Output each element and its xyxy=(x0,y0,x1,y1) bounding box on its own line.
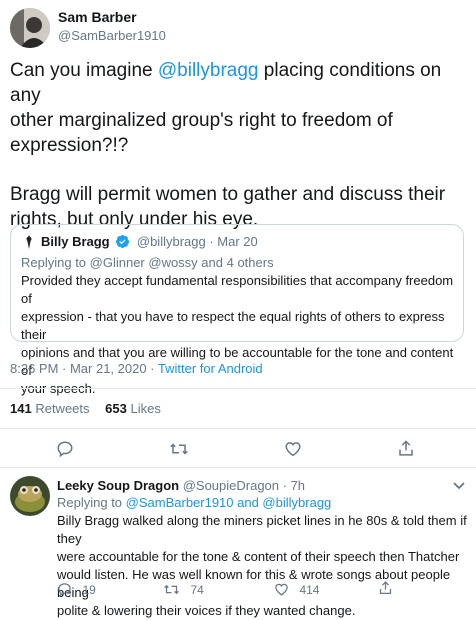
reply-icon[interactable] xyxy=(56,440,74,458)
retweets-label: Retweets xyxy=(35,401,90,416)
reply-like-action[interactable]: 414 xyxy=(274,581,319,599)
main-tweet-line: other marginalized group's right to free… xyxy=(10,110,393,131)
reply-text-line: Billy Bragg walked along the miners pick… xyxy=(57,513,467,546)
share-icon[interactable] xyxy=(397,439,415,458)
reply-retweet-action[interactable]: 74 xyxy=(163,581,204,599)
retweets-stat[interactable]: 141 Retweets xyxy=(10,401,93,416)
reply-more-icon[interactable] xyxy=(452,478,466,493)
reply-tweet-text: Billy Bragg walked along the miners pick… xyxy=(57,512,473,620)
like-count: 414 xyxy=(299,583,320,597)
main-author-handle[interactable]: @SamBarber1910 xyxy=(58,28,166,43)
likes-label: Likes xyxy=(130,401,161,416)
reply-targets-link[interactable]: @SamBarber1910 and @billybragg xyxy=(126,495,332,510)
quoted-author-line: Billy Bragg @billybragg · Mar 20 xyxy=(41,234,258,252)
retweet-count: 74 xyxy=(190,583,204,597)
likes-count: 653 xyxy=(105,401,127,416)
mention-link-billybragg[interactable]: @billybragg xyxy=(158,60,259,81)
retweets-count: 141 xyxy=(10,401,32,416)
reply-text-line: were accountable for the tone & content … xyxy=(57,549,460,564)
reply-text-line: polite & lowering their voices if they w… xyxy=(57,603,356,618)
reply-author-name[interactable]: Leeky Soup Dragon xyxy=(57,478,179,493)
reply-prefix: Replying to xyxy=(57,495,126,510)
quoted-text-line: expression - that you have to respect th… xyxy=(21,309,445,342)
like-icon[interactable] xyxy=(284,440,302,458)
reply-author-avatar[interactable] xyxy=(10,476,50,516)
main-author-avatar[interactable] xyxy=(10,8,50,48)
quoted-tweet-card[interactable]: Billy Bragg @billybragg · Mar 20 Replyin… xyxy=(10,224,464,396)
main-tweet-line: expression?!? xyxy=(10,135,129,156)
main-tweet-text-segment: Can you imagine xyxy=(10,60,158,81)
main-tweet-line: Can you imagine @billybragg placing cond… xyxy=(10,58,472,108)
reply-author-line: Leeky Soup Dragon @SoupieDragon · 7h xyxy=(57,478,305,493)
tweet-stats: 141 Retweets 653 Likes xyxy=(10,401,161,416)
quoted-reply-targets: @Glinner @wossy and 4 others xyxy=(89,255,274,270)
reply-reply-action[interactable]: 19 xyxy=(57,581,96,599)
verified-badge-icon xyxy=(115,234,130,252)
quoted-author-name: Billy Bragg xyxy=(41,234,110,249)
reply-author-handle[interactable]: @SoupieDragon · 7h xyxy=(183,478,305,493)
reply-text-line: would listen. He was well known for this… xyxy=(57,567,451,600)
retweet-icon xyxy=(163,582,180,597)
reply-context: Replying to @SamBarber1910 and @billybra… xyxy=(57,494,331,512)
reply-icon xyxy=(57,582,72,597)
tweet-timestamp: 8:26 PM · Mar 21, 2020 · Twitter for And… xyxy=(10,361,263,376)
divider xyxy=(0,428,476,429)
quoted-text-line: your speech. xyxy=(21,381,96,396)
divider xyxy=(0,388,476,389)
share-icon[interactable] xyxy=(378,580,393,596)
reply-prefix: Replying to xyxy=(21,255,90,270)
likes-stat[interactable]: 653 Likes xyxy=(105,401,161,416)
quoted-text-line: Provided they accept fundamental respons… xyxy=(21,273,454,306)
quoted-reply-context: Replying to @Glinner @wossy and 4 others xyxy=(21,254,274,272)
tweet-source-link[interactable]: Twitter for Android xyxy=(158,361,263,376)
like-icon xyxy=(274,582,289,597)
timestamp-text[interactable]: 8:26 PM · Mar 21, 2020 · xyxy=(10,361,158,376)
main-tweet-text: Can you imagine @billybragg placing cond… xyxy=(10,58,472,232)
main-tweet-line-spacer xyxy=(10,158,472,182)
quoted-author-handle: @billybragg · Mar 20 xyxy=(136,234,258,249)
divider xyxy=(0,467,476,468)
reply-count: 19 xyxy=(82,583,96,597)
retweet-icon[interactable] xyxy=(169,440,189,458)
quoted-author-avatar xyxy=(21,234,37,250)
main-tweet-line: Bragg will permit women to gather and di… xyxy=(10,184,446,205)
main-author-name[interactable]: Sam Barber xyxy=(58,9,137,25)
quoted-tweet-text: Provided they accept fundamental respons… xyxy=(21,272,457,398)
